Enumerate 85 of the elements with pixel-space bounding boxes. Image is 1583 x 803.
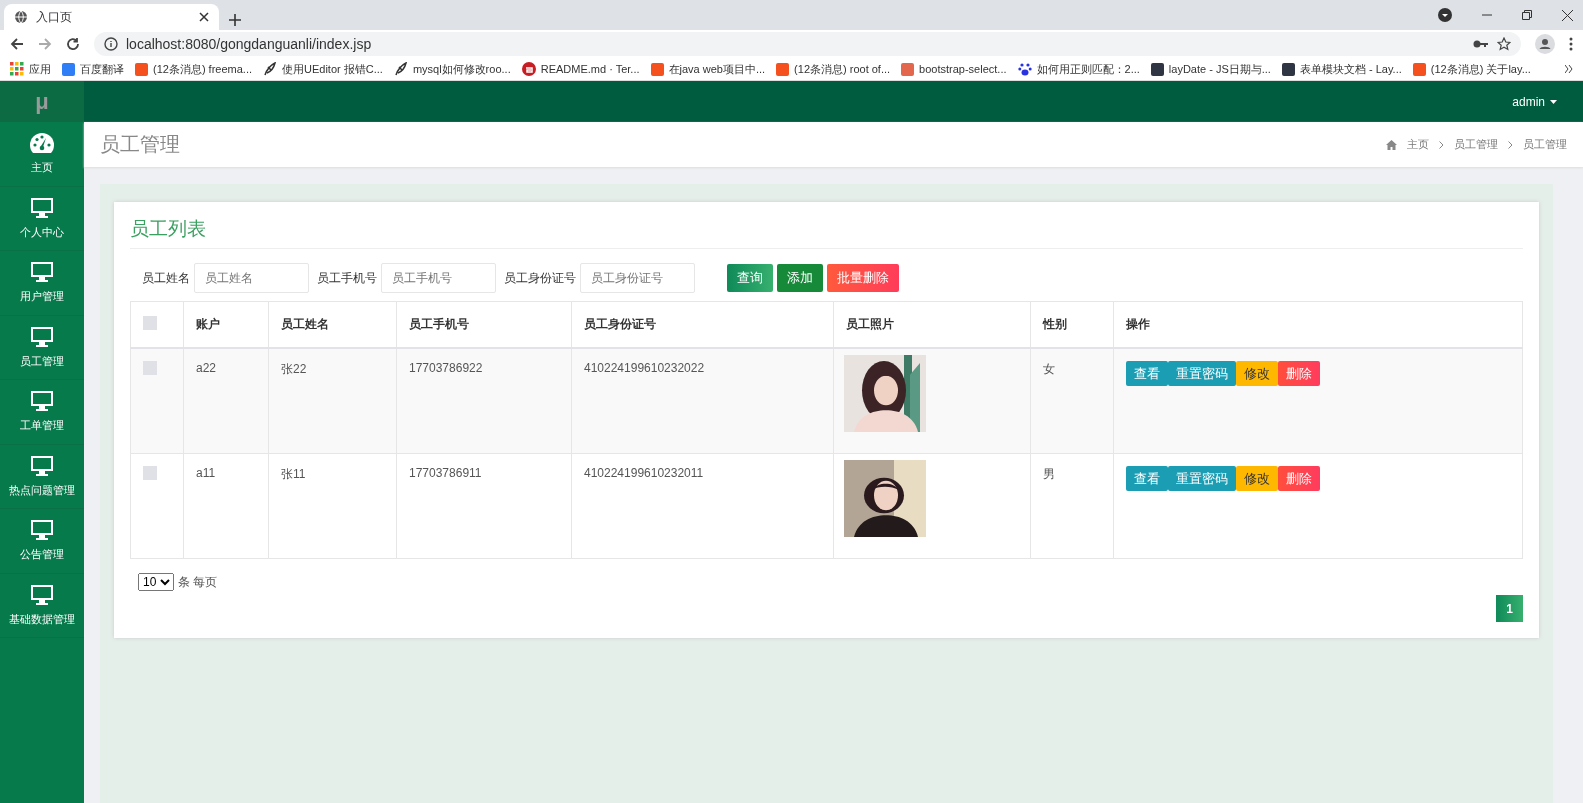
paw-icon [1017, 62, 1032, 76]
menu-icon[interactable] [1569, 37, 1573, 51]
reload-icon[interactable] [66, 37, 80, 51]
page-title: 员工管理 [100, 132, 180, 157]
breadcrumb-link[interactable]: 员工管理 [1454, 137, 1498, 152]
address-bar[interactable]: localhost:8080/gongdanguanli/index.jsp [94, 32, 1521, 56]
card-title: 员工列表 [130, 216, 1523, 249]
breadcrumb-link[interactable]: 员工管理 [1523, 137, 1567, 152]
star-icon[interactable] [1497, 37, 1511, 51]
monitor-icon [30, 583, 54, 606]
input-field[interactable]: 员工身份证号 [580, 263, 695, 293]
info-icon [104, 37, 118, 51]
home-icon [1386, 139, 1397, 150]
view-button[interactable]: 查看 [1126, 361, 1168, 386]
monitor-icon [30, 454, 54, 477]
profile-icon[interactable] [1535, 34, 1555, 54]
bookmark-link[interactable]: 如何用正则匹配：2... [1036, 61, 1140, 77]
table-cell: 17703786922 [396, 348, 572, 454]
delete-button[interactable]: 批量删除 [827, 264, 899, 292]
monitor-icon [30, 261, 54, 284]
filter-label: 员工手机号 [317, 269, 377, 287]
checkbox[interactable] [143, 316, 157, 330]
table-cell: 张11 [268, 453, 397, 559]
edit-button[interactable]: 修改 [1236, 361, 1278, 386]
table-cell: 17703786911 [396, 453, 572, 559]
page-size-select[interactable]: 10 [138, 573, 174, 591]
table-cell: 张22 [268, 348, 397, 454]
table-cell: 男 [1030, 453, 1114, 559]
back-icon[interactable] [10, 37, 24, 51]
page-size-label: 条 每页 [178, 573, 218, 591]
bookmark-link[interactable]: (12条消息) 关于lay... [1430, 61, 1531, 77]
bookmark-link[interactable]: bootstrap-select... [919, 63, 1007, 75]
feather-icon [393, 62, 408, 76]
page-button[interactable]: 1 [1496, 595, 1523, 622]
caret-icon [1550, 99, 1557, 104]
close-icon[interactable] [1562, 9, 1573, 21]
filter-label: 员工姓名 [142, 269, 190, 287]
table-cell: 410224199610232011 [571, 453, 834, 559]
bookmark-link[interactable]: 应用 [29, 61, 51, 77]
checkbox[interactable] [143, 466, 157, 480]
bookmark-link[interactable]: 表单模块文档 - Lay... [1299, 61, 1402, 77]
monitor-icon [30, 196, 54, 219]
key-icon[interactable] [1473, 39, 1489, 49]
chevron-icon [1508, 140, 1513, 149]
feather-icon [263, 62, 278, 76]
browser-tab[interactable]: 入口页 [4, 4, 219, 30]
bookmark-link[interactable]: README.md · Ter... [540, 63, 640, 75]
bookmark-link[interactable]: 在java web项目中... [668, 61, 766, 77]
breadcrumb-link[interactable]: 主页 [1407, 137, 1429, 152]
checkbox[interactable] [143, 361, 157, 375]
search-button[interactable]: 查询 [727, 264, 773, 292]
input-field[interactable]: 员工姓名 [194, 263, 309, 293]
add-button[interactable]: 添加 [777, 264, 823, 292]
bookmark-link[interactable]: layDate - JS日期与... [1168, 61, 1271, 77]
edit-button[interactable]: 修改 [1236, 466, 1278, 491]
monitor-icon [30, 390, 54, 413]
bookmark-link[interactable]: 使用UEditor 报错C... [282, 61, 383, 77]
table-cell: 女 [1030, 348, 1114, 454]
restore-icon[interactable] [1522, 10, 1532, 20]
monitor-icon [30, 519, 54, 542]
bookmark-link[interactable]: mysql如何修改roo... [412, 61, 511, 77]
table-cell: a11 [183, 453, 269, 559]
bookmark-link[interactable]: (12条消息) freema... [153, 61, 253, 77]
reset-password-button[interactable]: 重置密码 [1168, 466, 1236, 491]
input-field[interactable]: 员工手机号 [381, 263, 496, 293]
view-button[interactable]: 查看 [1126, 466, 1168, 491]
dashboard-icon [29, 132, 55, 155]
delete-button[interactable]: 删除 [1278, 361, 1320, 386]
table-cell: 410224199610232022 [571, 348, 834, 454]
chevron-icon[interactable] [1565, 65, 1573, 73]
reset-password-button[interactable]: 重置密码 [1168, 361, 1236, 386]
globe-icon [14, 10, 28, 24]
new-tab-icon[interactable] [229, 14, 241, 26]
close-icon[interactable] [199, 12, 209, 22]
apps-grid-icon [10, 62, 24, 76]
monitor-icon [30, 325, 54, 348]
bookmark-link[interactable]: 百度翻译 [80, 61, 124, 77]
delete-button[interactable]: 删除 [1278, 466, 1320, 491]
filter-label: 员工身份证号 [504, 269, 576, 287]
bookmark-link[interactable]: (12条消息) root of... [794, 61, 891, 77]
dropdown-icon[interactable] [1438, 8, 1452, 22]
logo: μ [0, 81, 84, 122]
table-cell: a22 [183, 348, 269, 454]
chevron-icon [1439, 140, 1444, 149]
user-menu[interactable]: admin [1512, 94, 1557, 109]
